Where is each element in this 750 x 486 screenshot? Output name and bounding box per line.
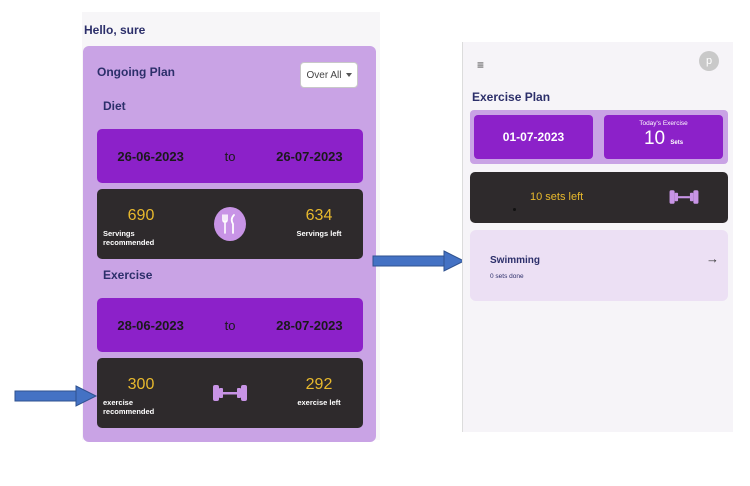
exercise-left-caption: exercise left <box>297 398 341 407</box>
todays-exercise-count: 10 Sets <box>604 128 723 150</box>
exercise-date-range: 28-06-2023 to 28-07-2023 <box>97 298 363 352</box>
diet-recommended: 690 Servings recommended <box>103 207 179 247</box>
exercise-end-date: 28-07-2023 <box>276 317 343 333</box>
diet-start-date: 26-06-2023 <box>117 148 184 164</box>
pointer-arrow-right-icon <box>372 250 466 272</box>
decorative-dot <box>513 208 516 211</box>
pointer-arrow-left-icon <box>14 385 98 407</box>
exercise-label: Exercise <box>103 268 153 282</box>
avatar[interactable]: p <box>699 51 719 71</box>
exercise-left: 292 exercise left <box>289 376 349 407</box>
diet-recommended-value: 690 <box>127 207 155 224</box>
ongoing-plan-card: Ongoing Plan Over All Diet 26-06-2023 to… <box>83 46 376 442</box>
exercise-recommended-value: 300 <box>127 376 155 393</box>
filter-label: Over All <box>306 69 342 81</box>
stage: Hello, sure Ongoing Plan Over All Diet 2… <box>0 0 750 486</box>
activity-card-swimming[interactable]: Swimming 0 sets done → <box>470 230 728 301</box>
exercise-start-date: 28-06-2023 <box>117 317 184 333</box>
right-screen: ≡ p Exercise Plan 01-07-2023 Today's Exe… <box>462 42 733 432</box>
exercise-summary-box: 01-07-2023 Today's Exercise 10 Sets <box>470 110 728 164</box>
diet-recommended-caption: Servings recommended <box>103 229 155 247</box>
sets-left-bar: 10 sets left <box>470 172 728 223</box>
dumbbell-icon <box>209 380 251 406</box>
fork-knife-icon <box>214 207 246 241</box>
dumbbell-icon <box>666 185 702 209</box>
sets-left-text: 10 sets left <box>530 191 584 203</box>
overall-filter-dropdown[interactable]: Over All <box>300 62 358 88</box>
exercise-recommended-caption: exercise recommended <box>103 398 155 416</box>
diet-to-label: to <box>224 148 236 164</box>
diet-date-range: 26-06-2023 to 26-07-2023 <box>97 129 363 183</box>
left-screen: Hello, sure Ongoing Plan Over All Diet 2… <box>82 12 380 442</box>
activity-name: Swimming <box>490 255 541 266</box>
diet-left-caption: Servings left <box>296 229 342 238</box>
diet-label: Diet <box>103 99 126 113</box>
chevron-down-icon <box>345 73 352 77</box>
todays-exercise-value: 10 <box>643 128 666 149</box>
activity-status: 0 sets done <box>490 273 524 280</box>
exercise-plan-title: Exercise Plan <box>472 90 551 104</box>
exercise-date-tile: 01-07-2023 <box>474 115 593 159</box>
todays-exercise-tile: Today's Exercise 10 Sets <box>604 115 723 159</box>
diet-end-date: 26-07-2023 <box>276 148 343 164</box>
todays-exercise-unit: Sets <box>670 140 684 146</box>
todays-exercise-caption: Today's Exercise <box>639 120 688 127</box>
diet-stats-bar: 690 Servings recommended 634 Servings le… <box>97 189 363 259</box>
ongoing-plan-title: Ongoing Plan <box>97 65 175 79</box>
hamburger-menu-icon[interactable]: ≡ <box>477 58 484 72</box>
diet-left: 634 Servings left <box>289 207 349 238</box>
arrow-right-icon[interactable]: → <box>706 251 719 266</box>
exercise-recommended: 300 exercise recommended <box>103 376 179 416</box>
diet-left-value: 634 <box>305 207 333 224</box>
exercise-stats-bar: 300 exercise recommended 292 exercise le… <box>97 358 363 428</box>
exercise-to-label: to <box>224 317 236 333</box>
exercise-left-value: 292 <box>305 376 333 393</box>
greeting-text: Hello, sure <box>84 23 146 37</box>
